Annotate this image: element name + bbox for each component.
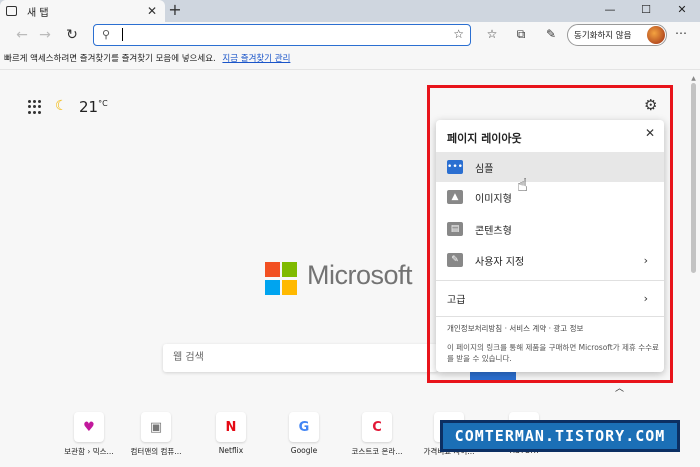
quick-link-tile[interactable]: ♥ 보관함 › 믹스... (59, 412, 119, 457)
profile-sync-button[interactable]: 동기화하지 않음 (567, 24, 667, 46)
web-search-input[interactable]: 웹 검색 (163, 344, 438, 372)
scrollbar-thumb[interactable] (691, 83, 696, 273)
app-launcher-icon[interactable] (28, 100, 42, 114)
page-scrollbar[interactable]: ▲ (690, 75, 697, 467)
forward-icon[interactable]: → (35, 25, 55, 45)
close-tab-icon[interactable]: ✕ (147, 4, 157, 18)
quick-link-tile[interactable]: ▣ 컴터맨의 컴퓨... (126, 412, 186, 457)
favorites-icon[interactable]: ☆ (484, 27, 500, 41)
google-icon: G (289, 412, 319, 442)
refresh-icon[interactable]: ↻ (62, 25, 82, 45)
new-tab-button[interactable]: + (166, 1, 184, 19)
text-cursor (122, 28, 123, 41)
toolbar: ← → ↻ ⚲ ☆ ☆ ⧉ ✎ 동기화하지 않음 ⋯ (0, 22, 700, 48)
tab-title: 새 탭 (27, 7, 49, 19)
weather-temperature[interactable]: 21°C (79, 98, 108, 116)
quick-link-tile[interactable]: N Netflix (201, 412, 261, 455)
maximize-button[interactable]: ☐ (628, 0, 664, 22)
quick-link-label: 코스트코 온라... (351, 447, 403, 456)
netflix-icon: N (216, 412, 246, 442)
collections-icon[interactable]: ⧉ (513, 27, 529, 42)
close-window-button[interactable]: ✕ (664, 0, 700, 22)
quick-link-label: 컴터맨의 컴퓨... (130, 447, 182, 456)
more-menu-icon[interactable]: ⋯ (675, 26, 687, 40)
quick-link-tile[interactable]: C 코스트코 온라... (347, 412, 407, 457)
microsoft-logo (265, 262, 298, 295)
heart-logo-icon: ♥ (74, 412, 104, 442)
moon-icon: ☾ (55, 98, 68, 114)
search-icon: ⚲ (102, 28, 111, 41)
avatar (647, 26, 665, 44)
quick-link-tile[interactable]: G Google (274, 412, 334, 455)
minimize-button[interactable]: — (592, 0, 628, 22)
address-bar[interactable]: ⚲ ☆ (93, 24, 471, 46)
scroll-up-icon[interactable]: ▲ (690, 75, 697, 82)
highlight-box (427, 85, 673, 383)
favorites-bar: 빠르게 액세스하려면 즐겨찾기를 즐겨찾기 모음에 넣으세요. 지금 즐겨찾기 … (0, 48, 700, 70)
floppy-icon: ▣ (141, 412, 171, 442)
back-icon[interactable]: ← (12, 25, 32, 45)
quick-link-label: Google (290, 446, 318, 455)
favorites-hint: 빠르게 액세스하려면 즐겨찾기를 즐겨찾기 모음에 넣으세요. (4, 54, 216, 64)
manage-favorites-link[interactable]: 지금 즐겨찾기 관리 (222, 54, 290, 64)
tab-new-tab[interactable]: 새 탭 ✕ (0, 0, 165, 22)
sync-label: 동기화하지 않음 (574, 31, 632, 41)
extensions-icon[interactable]: ✎ (543, 27, 559, 41)
temperature-unit: °C (98, 99, 108, 108)
watermark: COMTERMAN.TISTORY.COM (440, 420, 680, 452)
microsoft-wordmark: Microsoft (307, 260, 413, 290)
quick-link-label: Netflix (218, 446, 244, 455)
title-bar: 새 탭 ✕ + — ☐ ✕ (0, 0, 700, 22)
add-favorite-icon[interactable]: ☆ (453, 27, 464, 41)
costco-icon: C (362, 412, 392, 442)
tab-page-icon (6, 6, 17, 16)
quick-link-label: 보관함 › 믹스... (64, 447, 114, 456)
